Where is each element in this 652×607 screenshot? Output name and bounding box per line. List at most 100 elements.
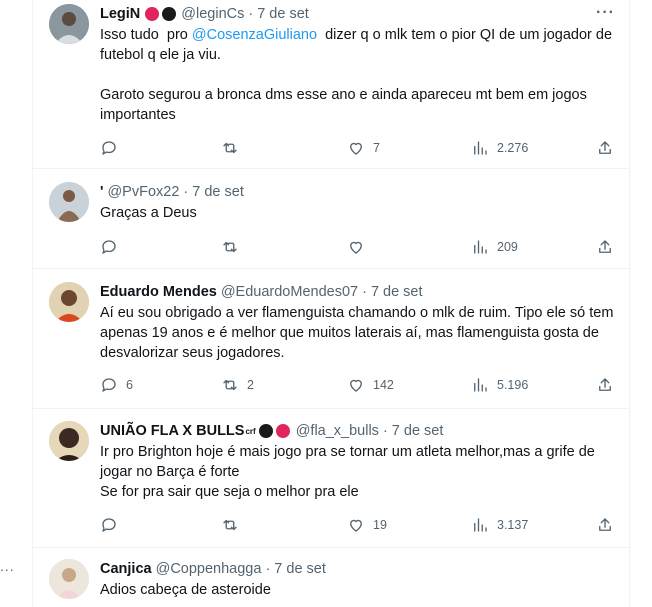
tweet-text: Isso tudo pro @CosenzaGiuliano dizer q o…	[100, 25, 615, 65]
tweet-content: UNIÃO FLA X BULLS crf @fla_x_bulls · 7 de…	[100, 421, 615, 502]
share-button[interactable]	[596, 516, 614, 534]
retweet-icon	[223, 241, 237, 253]
separator-dot: ·	[382, 423, 388, 439]
like-count: 142	[373, 378, 394, 392]
tweet-actions: 19 3.137	[100, 515, 615, 535]
author-handle[interactable]: @fla_x_bulls	[296, 423, 379, 439]
reply-icon	[102, 518, 116, 532]
author-handle[interactable]: @PvFox22	[107, 184, 179, 200]
retweet-icon	[223, 142, 237, 154]
retweet-button[interactable]	[221, 516, 247, 534]
author-name[interactable]: Canjica	[100, 561, 152, 577]
person-avatar-icon	[49, 4, 89, 44]
author-handle[interactable]: @EduardoMendes07	[221, 284, 358, 300]
tweet-date[interactable]: 7 de set	[192, 184, 244, 200]
retweet-button[interactable]	[221, 238, 247, 256]
tweet-header: LegiN @leginCs · 7 de set	[100, 4, 615, 24]
views-button[interactable]: 209	[471, 238, 518, 256]
like-count: 7	[373, 141, 380, 155]
tweet-actions: 209	[100, 237, 615, 257]
tweet-date[interactable]: 7 de set	[274, 561, 326, 577]
timeline: ... LegiN @leginCs · 7 de set ··· Isso t…	[0, 0, 652, 607]
tweet[interactable]: Eduardo Mendes @EduardoMendes07 · 7 de s…	[33, 269, 629, 409]
avatar[interactable]	[49, 421, 89, 461]
person-avatar-icon	[49, 421, 89, 461]
reply-icon	[102, 240, 116, 254]
like-button[interactable]: 7	[347, 139, 380, 157]
views-button[interactable]: 2.276	[471, 139, 528, 157]
red-circle-icon	[145, 7, 160, 21]
retweet-button[interactable]: 2	[221, 376, 254, 394]
reply-count: 6	[126, 378, 133, 392]
avatar[interactable]	[49, 559, 89, 599]
share-button[interactable]	[596, 139, 614, 157]
tweet-date[interactable]: 7 de set	[371, 284, 423, 300]
person-avatar-icon	[49, 282, 89, 322]
author-handle[interactable]: @leginCs	[181, 6, 244, 22]
tweet-content: LegiN @leginCs · 7 de set ··· Isso tudo …	[100, 4, 615, 125]
red-circle-icon	[275, 424, 290, 438]
reply-button[interactable]	[100, 238, 126, 256]
retweet-button[interactable]	[221, 139, 247, 157]
black-circle-icon	[162, 7, 177, 21]
tweet-text: Ir pro Brighton hoje é mais jogo pra se …	[100, 444, 595, 480]
share-icon	[599, 518, 611, 531]
views-icon	[474, 518, 487, 532]
black-circle-icon	[258, 424, 273, 438]
share-icon	[599, 378, 611, 391]
reply-button[interactable]	[100, 516, 126, 534]
person-avatar-icon	[49, 559, 89, 599]
like-button[interactable]	[347, 238, 373, 256]
tweet-actions: 7 2.276	[100, 138, 615, 158]
tweet-content: ' @PvFox22 · 7 de set Graças a Deus	[100, 182, 615, 223]
views-button[interactable]: 5.196	[471, 376, 528, 394]
tweet-header: UNIÃO FLA X BULLS crf @fla_x_bulls · 7 de…	[100, 421, 615, 441]
tweet-header: Eduardo Mendes @EduardoMendes07 · 7 de s…	[100, 282, 615, 302]
more-options-icon[interactable]: ···	[596, 4, 615, 22]
avatar[interactable]	[49, 182, 89, 222]
views-button[interactable]: 3.137	[471, 516, 528, 534]
views-count: 5.196	[497, 378, 529, 392]
retweet-icon	[223, 519, 237, 531]
author-name[interactable]: UNIÃO FLA X BULLS	[100, 423, 244, 439]
separator-dot: ·	[183, 184, 189, 200]
share-icon	[599, 141, 611, 154]
reply-icon	[102, 378, 116, 392]
share-button[interactable]	[596, 376, 614, 394]
views-icon	[474, 141, 487, 155]
tweet-text: Adios cabeça de asteroide	[100, 582, 271, 598]
tweet[interactable]: ' @PvFox22 · 7 de set Graças a Deus 209	[33, 169, 629, 269]
reply-button[interactable]	[100, 139, 126, 157]
tweet-date[interactable]: 7 de set	[257, 6, 309, 22]
tweet-date[interactable]: 7 de set	[392, 423, 444, 439]
retweet-icon	[223, 379, 237, 391]
heart-icon	[350, 519, 362, 532]
avatar[interactable]	[49, 282, 89, 322]
tweet[interactable]: LegiN @leginCs · 7 de set ··· Isso tudo …	[33, 0, 629, 169]
author-name[interactable]: Eduardo Mendes	[100, 284, 217, 300]
share-button[interactable]	[596, 238, 614, 256]
reply-button[interactable]: 6	[100, 376, 133, 394]
tweet[interactable]: UNIÃO FLA X BULLS crf @fla_x_bulls · 7 de…	[33, 409, 629, 548]
like-count: 19	[373, 518, 387, 532]
mention-link[interactable]: @CosenzaGiuliano	[192, 27, 317, 43]
like-button[interactable]: 19	[347, 516, 387, 534]
avatar[interactable]	[49, 4, 89, 44]
tweet-text-part: Isso tudo pro	[100, 27, 192, 43]
separator-dot: ·	[248, 6, 254, 22]
tweet-text-paragraph: Garoto segurou a bronca dms esse ano e a…	[100, 87, 587, 123]
like-button[interactable]: 142	[347, 376, 394, 394]
author-handle[interactable]: @Coppenhagga	[156, 561, 262, 577]
author-name[interactable]: LegiN	[100, 6, 140, 22]
person-avatar-icon	[49, 182, 89, 222]
tweet[interactable]: Canjica @Coppenhagga · 7 de set Adios ca…	[33, 548, 629, 607]
author-name[interactable]: '	[100, 184, 103, 200]
views-count: 209	[497, 240, 518, 254]
side-more-icon[interactable]: ...	[0, 558, 15, 574]
tweet-actions: 6 2 142 5.196	[100, 375, 615, 395]
tweet-text: Aí eu sou obrigado a ver flamenguista ch…	[100, 305, 614, 361]
tweet-header: Canjica @Coppenhagga · 7 de set	[100, 559, 615, 579]
tweet-header: ' @PvFox22 · 7 de set	[100, 182, 615, 202]
heart-icon	[350, 379, 362, 392]
tweet-content: Eduardo Mendes @EduardoMendes07 · 7 de s…	[100, 282, 615, 363]
